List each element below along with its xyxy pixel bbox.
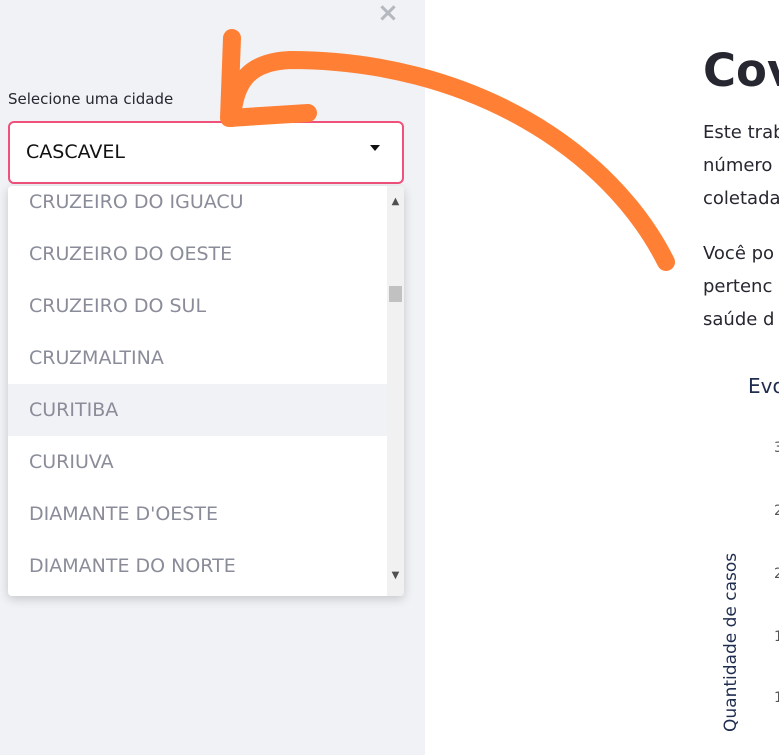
dropdown-option[interactable]: CRUZMALTINA bbox=[8, 332, 387, 384]
y-tick-label: 3 bbox=[774, 440, 779, 456]
city-dropdown-list[interactable]: CRUZEIRO DO IGUACU CRUZEIRO DO OESTE CRU… bbox=[8, 186, 404, 596]
scrollbar-thumb[interactable] bbox=[389, 286, 402, 302]
caret-down-icon bbox=[370, 145, 380, 151]
selected-city: CASCAVEL bbox=[26, 141, 125, 163]
y-tick-label: 2 bbox=[774, 566, 779, 582]
scroll-up-icon[interactable]: ▲ bbox=[387, 194, 404, 210]
info-text-line: pertenc bbox=[703, 276, 773, 297]
city-select[interactable]: CASCAVEL bbox=[8, 121, 404, 184]
dropdown-option-highlighted[interactable]: CURITIBA bbox=[8, 384, 387, 436]
close-icon[interactable]: × bbox=[376, 0, 400, 26]
dropdown-option[interactable]: CRUZEIRO DO OESTE bbox=[8, 228, 387, 280]
dropdown-option[interactable]: CRUZEIRO DO SUL bbox=[8, 280, 387, 332]
intro-text-line: coletada bbox=[703, 188, 779, 209]
intro-text-line: número bbox=[703, 155, 773, 176]
select-label: Selecione uma cidade bbox=[8, 90, 174, 108]
sidebar: × Selecione uma cidade CASCAVEL CRUZEIRO… bbox=[0, 0, 425, 755]
y-tick-label: 2 bbox=[774, 503, 779, 519]
main-content: Cov Este trab número coletada Você po pe… bbox=[425, 0, 779, 755]
info-text-line: saúde d bbox=[703, 309, 775, 330]
y-tick-label: 1 bbox=[774, 690, 779, 706]
dropdown-option[interactable]: DIAMANTE DO NORTE bbox=[8, 540, 387, 592]
dropdown-option[interactable]: CURIUVA bbox=[8, 436, 387, 488]
dropdown-scrollbar[interactable]: ▲ ▼ bbox=[387, 186, 404, 596]
y-tick-label: 1 bbox=[774, 629, 779, 645]
chart-y-axis-label: Quantidade de casos bbox=[721, 552, 741, 732]
dropdown-option[interactable]: DIAMANTE D'OESTE bbox=[8, 488, 387, 540]
page-title: Cov bbox=[703, 44, 779, 97]
scroll-down-icon[interactable]: ▼ bbox=[387, 568, 404, 584]
dropdown-option[interactable]: CRUZEIRO DO IGUACU bbox=[8, 186, 387, 228]
info-text-line: Você po bbox=[703, 243, 775, 264]
chart-title: Evo bbox=[748, 374, 779, 398]
intro-text-line: Este trab bbox=[703, 122, 779, 143]
